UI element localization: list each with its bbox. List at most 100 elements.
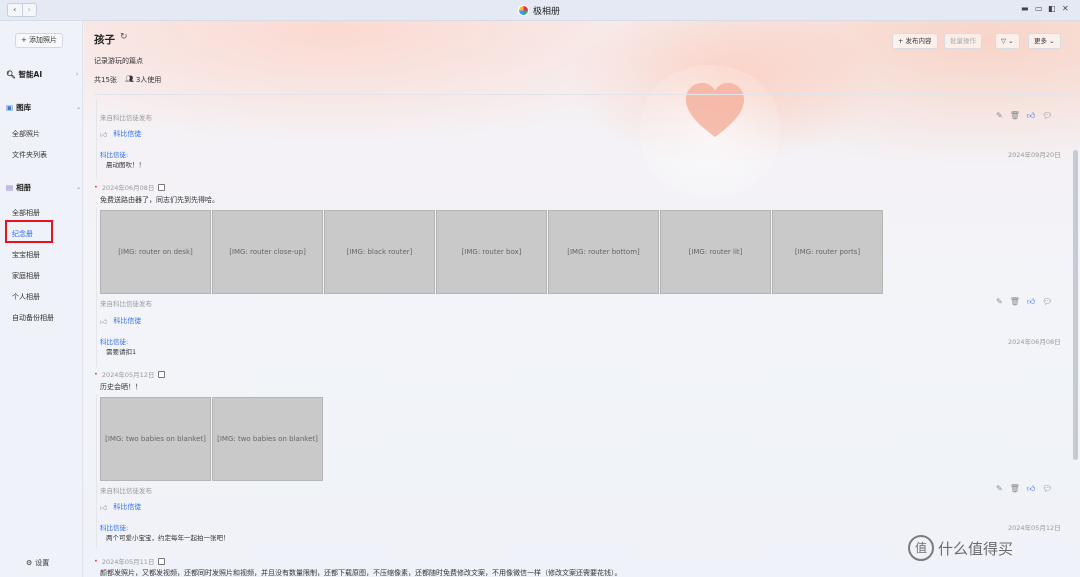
sidebar-section-gallery-label: 图库	[16, 103, 32, 112]
photo-count: 共15张	[94, 76, 117, 84]
header-divider	[94, 94, 1070, 95]
liker-name[interactable]: 科比信徒	[113, 129, 141, 139]
comment-user[interactable]: 科比信徒:	[100, 522, 128, 532]
comment-date: 2024年06月08日	[1008, 338, 1061, 346]
photo-thumbnail[interactable]: [IMG: router lit]	[660, 210, 771, 294]
post-meta: 来自科比信徒发布	[100, 487, 152, 495]
add-photo-button[interactable]: + 添加照片	[15, 33, 63, 48]
comment-icon[interactable]: 💬︎	[1042, 484, 1052, 494]
settings-label: 设置	[35, 559, 50, 567]
timeline-line	[96, 99, 97, 179]
comment-icon[interactable]: 💬︎	[1042, 297, 1052, 307]
refresh-icon[interactable]: ↻	[120, 32, 128, 42]
page-title: 孩子	[94, 34, 115, 46]
photo-thumbnail[interactable]: [IMG: router close-up]	[212, 210, 323, 294]
comment-date: 2024年09月20日	[1008, 151, 1061, 159]
sidebar-item-all-albums[interactable]: 全部相册	[12, 208, 40, 218]
users-icon: 👥︎	[124, 75, 134, 83]
close-icon[interactable]: ✕	[1062, 4, 1069, 13]
sidebar-item-auto-backup[interactable]: 自动备份相册	[12, 313, 54, 323]
trash-icon[interactable]: 🗑︎	[1010, 297, 1020, 307]
post-date-row: • 2024年05月11日	[94, 556, 166, 566]
sidebar-section-albums[interactable]: ▤ 相册 ⌄	[6, 182, 81, 193]
post-meta: 来自科比信徒发布	[100, 114, 152, 122]
sidebar-item-baby[interactable]: 宝宝相册	[12, 250, 40, 260]
edit-icon[interactable]: ✎	[996, 484, 1003, 494]
comment-text: 需要请扣1	[106, 348, 137, 356]
post-date: 2024年06月08日	[101, 184, 155, 192]
post-actions: ✎ 🗑︎ 👍︎ 💬︎	[996, 297, 1052, 307]
highlight-box	[5, 220, 53, 243]
sidebar-item-family[interactable]: 家庭相册	[12, 271, 40, 281]
liker-name[interactable]: 科比信徒	[113, 316, 141, 326]
album-icon: ▤	[6, 183, 14, 192]
photo-thumbnail[interactable]: [IMG: router ports]	[772, 210, 883, 294]
photo-thumbnail[interactable]: [IMG: two babies on blanket]	[100, 397, 211, 481]
photo-thumbnail[interactable]: [IMG: black router]	[324, 210, 435, 294]
edit-icon[interactable]: ✎	[996, 111, 1003, 121]
like-row: 👍︎ 科比信徒	[100, 129, 141, 139]
photo-grid: [IMG: two babies on blanket] [IMG: two b…	[100, 397, 323, 481]
filter-button[interactable]: ▽ ⌄	[995, 33, 1020, 49]
maximize-icon[interactable]: ◧	[1048, 4, 1056, 13]
watermark-logo: 值	[908, 535, 934, 561]
comment-icon[interactable]: 💬︎	[1042, 111, 1052, 121]
comment-date: 2024年05月12日	[1008, 524, 1061, 532]
post-date-row: • 2024年06月08日	[94, 182, 166, 192]
post-date: 2024年05月12日	[101, 371, 155, 379]
window-title-text: 极相册	[533, 6, 561, 17]
gallery-icon: ▣	[6, 103, 14, 112]
edit-icon[interactable]: ✎	[996, 297, 1003, 307]
like-row: 👍︎ 科比信徒	[100, 502, 141, 512]
photo-thumbnail[interactable]: [IMG: router on desk]	[100, 210, 211, 294]
minimize-icon[interactable]: ▬	[1021, 4, 1029, 13]
window-title: 极相册	[518, 3, 560, 17]
settings-button[interactable]: ⚙ 设置	[26, 558, 49, 568]
select-checkbox[interactable]	[158, 183, 166, 191]
chevron-down-icon: ⌄	[76, 184, 82, 191]
sidebar-section-albums-label: 相册	[16, 183, 32, 192]
batch-button[interactable]: 批量操作	[944, 33, 982, 49]
more-button[interactable]: 更多 ⌄	[1028, 33, 1061, 49]
sidebar-item-personal[interactable]: 个人相册	[12, 292, 40, 302]
timeline-dot: •	[94, 370, 98, 378]
photo-thumbnail[interactable]: [IMG: two babies on blanket]	[212, 397, 323, 481]
like-icon[interactable]: 👍︎	[1027, 484, 1035, 494]
forward-icon[interactable]: ›	[21, 4, 37, 16]
timeline-line	[96, 207, 97, 367]
post-text: 免费送路由器了，同志们先到先得哈。	[100, 196, 219, 204]
comment-user[interactable]: 科比信徒:	[100, 149, 128, 159]
post-date: 2024年05月11日	[101, 558, 155, 566]
photo-thumbnail[interactable]: [IMG: router bottom]	[548, 210, 659, 294]
select-checkbox[interactable]	[158, 370, 166, 378]
post-date-row: • 2024年05月12日	[94, 369, 166, 379]
album-stats: 共15张 👥︎ 3人使用	[94, 75, 161, 85]
nav-buttons: ‹ ›	[7, 3, 37, 17]
restore-icon[interactable]: ▭	[1035, 4, 1043, 13]
post-actions: ✎ 🗑︎ 👍︎ 💬︎	[996, 111, 1052, 121]
comment-user[interactable]: 科比信徒:	[100, 336, 128, 346]
select-checkbox[interactable]	[158, 557, 166, 565]
liker-name[interactable]: 科比信徒	[113, 502, 141, 512]
back-icon[interactable]: ‹	[8, 4, 22, 16]
publish-button[interactable]: + 发布内容	[892, 33, 938, 49]
like-icon[interactable]: 👍︎	[1027, 297, 1035, 307]
watermark: 值 什么值得买	[908, 535, 1013, 561]
album-subtitle: 记录游玩的篇点	[94, 57, 143, 65]
app-logo-icon	[518, 4, 529, 16]
sidebar-item-all-photos[interactable]: 全部照片	[12, 129, 40, 139]
sidebar-section-ai[interactable]: 🔍︎ 智能AI ›	[6, 69, 78, 80]
chevron-right-icon: ›	[76, 71, 79, 78]
like-icon[interactable]: 👍︎	[1027, 111, 1035, 121]
photo-thumbnail[interactable]: [IMG: router box]	[436, 210, 547, 294]
thumb-up-icon: 👍︎	[100, 317, 108, 326]
trash-icon[interactable]: 🗑︎	[1010, 111, 1020, 121]
sidebar-item-folders[interactable]: 文件夹列表	[12, 150, 47, 160]
post-text: 历史会晒！！	[100, 383, 142, 391]
gear-icon: ⚙	[26, 559, 33, 567]
scrollbar[interactable]	[1073, 150, 1078, 460]
trash-icon[interactable]: 🗑︎	[1010, 484, 1020, 494]
comment-text: 两个可爱小宝宝，约定每年一起拍一张吧！	[106, 534, 230, 542]
sidebar-section-gallery[interactable]: ▣ 图库 ⌄	[6, 102, 81, 113]
timeline-line	[96, 394, 97, 549]
